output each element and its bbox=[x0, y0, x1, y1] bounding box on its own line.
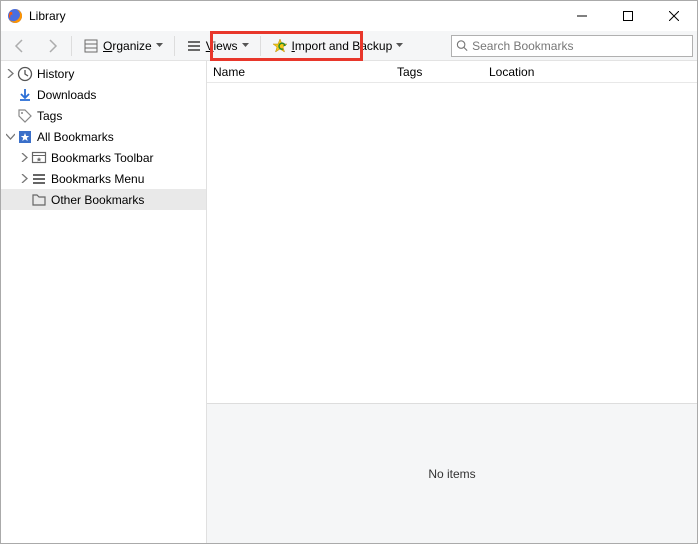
column-headers: Name Tags Location bbox=[207, 61, 697, 83]
column-location[interactable]: Location bbox=[483, 61, 697, 82]
sidebar-item-all-bookmarks[interactable]: All Bookmarks bbox=[1, 126, 206, 147]
sidebar-item-label: Tags bbox=[37, 109, 62, 123]
forward-button[interactable] bbox=[37, 34, 67, 58]
sidebar-item-history[interactable]: History bbox=[1, 63, 206, 84]
sidebar: History Downloads Tags All Bookmarks Boo… bbox=[1, 61, 207, 543]
views-button[interactable]: Views bbox=[179, 34, 256, 58]
close-button[interactable] bbox=[651, 1, 697, 31]
bookmarks-icon bbox=[17, 129, 33, 145]
firefox-icon bbox=[7, 8, 23, 24]
toolbar-separator bbox=[174, 36, 175, 56]
sidebar-item-label: Other Bookmarks bbox=[51, 193, 144, 207]
bookmarks-toolbar-icon bbox=[31, 150, 47, 166]
sidebar-item-label: History bbox=[37, 67, 74, 81]
arrow-left-icon bbox=[12, 38, 28, 54]
sidebar-item-label: Bookmarks Menu bbox=[51, 172, 144, 186]
bookmarks-menu-icon bbox=[31, 171, 47, 187]
details-pane: No items bbox=[207, 403, 697, 543]
toolbar: Organize Views Import and Backup bbox=[1, 31, 697, 61]
window-title: Library bbox=[29, 9, 559, 23]
chevron-down-icon bbox=[396, 42, 403, 49]
column-tags[interactable]: Tags bbox=[391, 61, 483, 82]
search-input[interactable] bbox=[472, 39, 688, 53]
toolbar-separator bbox=[71, 36, 72, 56]
views-icon bbox=[186, 38, 202, 54]
sidebar-item-label: Bookmarks Toolbar bbox=[51, 151, 154, 165]
chevron-down-icon bbox=[6, 132, 15, 141]
content-area: Name Tags Location No items bbox=[207, 61, 697, 543]
item-list[interactable] bbox=[207, 83, 697, 403]
sidebar-item-downloads[interactable]: Downloads bbox=[1, 84, 206, 105]
sidebar-item-bookmarks-toolbar[interactable]: Bookmarks Toolbar bbox=[1, 147, 206, 168]
other-bookmarks-icon bbox=[31, 192, 47, 208]
star-refresh-icon bbox=[272, 38, 288, 54]
column-label: Location bbox=[489, 65, 534, 79]
sidebar-item-other-bookmarks[interactable]: Other Bookmarks bbox=[1, 189, 206, 210]
downloads-icon bbox=[17, 87, 33, 103]
search-icon bbox=[456, 39, 468, 52]
column-name[interactable]: Name bbox=[207, 61, 391, 82]
chevron-down-icon bbox=[156, 42, 163, 49]
import-backup-button[interactable]: Import and Backup bbox=[265, 34, 411, 58]
import-backup-label: Import and Backup bbox=[292, 39, 393, 53]
organize-label: Organize bbox=[103, 39, 152, 53]
views-label: Views bbox=[206, 39, 238, 53]
search-box[interactable] bbox=[451, 35, 693, 57]
sidebar-item-tags[interactable]: Tags bbox=[1, 105, 206, 126]
arrow-right-icon bbox=[44, 38, 60, 54]
chevron-right-icon bbox=[20, 174, 29, 183]
maximize-button[interactable] bbox=[605, 1, 651, 31]
organize-icon bbox=[83, 38, 99, 54]
tags-icon bbox=[17, 108, 33, 124]
organize-button[interactable]: Organize bbox=[76, 34, 170, 58]
toolbar-separator bbox=[260, 36, 261, 56]
column-label: Name bbox=[213, 65, 245, 79]
chevron-down-icon bbox=[242, 42, 249, 49]
back-button[interactable] bbox=[5, 34, 35, 58]
history-icon bbox=[17, 66, 33, 82]
empty-message: No items bbox=[428, 467, 475, 481]
main-area: History Downloads Tags All Bookmarks Boo… bbox=[1, 61, 697, 543]
chevron-right-icon bbox=[20, 153, 29, 162]
minimize-button[interactable] bbox=[559, 1, 605, 31]
column-label: Tags bbox=[397, 65, 422, 79]
sidebar-item-bookmarks-menu[interactable]: Bookmarks Menu bbox=[1, 168, 206, 189]
titlebar: Library bbox=[1, 1, 697, 31]
chevron-right-icon bbox=[6, 69, 15, 78]
sidebar-item-label: All Bookmarks bbox=[37, 130, 114, 144]
sidebar-item-label: Downloads bbox=[37, 88, 96, 102]
